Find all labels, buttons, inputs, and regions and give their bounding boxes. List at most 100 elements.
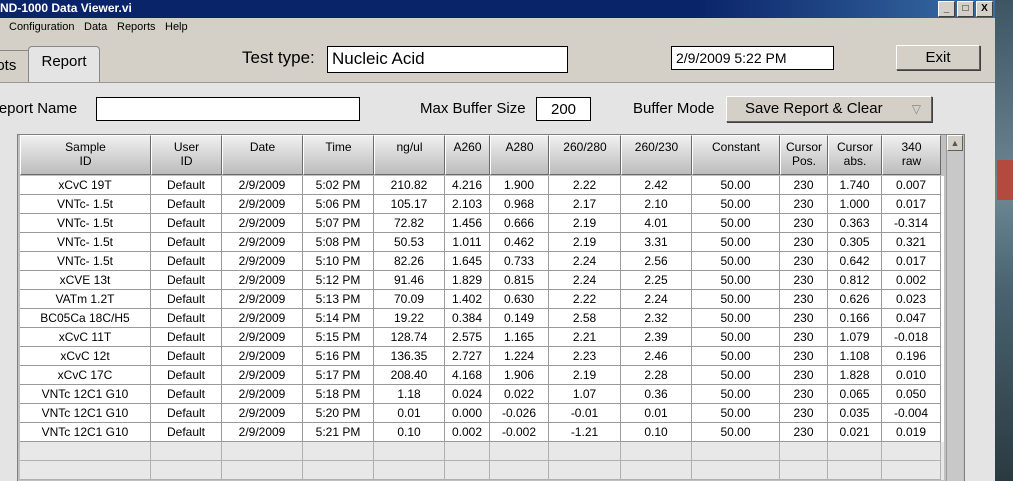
cell-ratio-260-280[interactable]: -0.01 [549, 404, 621, 423]
cell-a260[interactable]: 1.829 [445, 271, 490, 290]
cell-a280[interactable]: -0.026 [490, 404, 549, 423]
cell-time[interactable]: 5:12 PM [303, 271, 374, 290]
cell-a280[interactable]: 0.630 [490, 290, 549, 309]
cell-ng-ul[interactable]: 208.40 [374, 366, 445, 385]
empty-cell[interactable] [490, 461, 549, 480]
cell-user-id[interactable]: Default [151, 328, 222, 347]
cell-a260[interactable]: 0.024 [445, 385, 490, 404]
cell-ratio-260-230[interactable]: 2.10 [621, 195, 692, 214]
cell-ng-ul[interactable]: 70.09 [374, 290, 445, 309]
cell-cursor-abs[interactable]: 0.166 [828, 309, 882, 328]
cell-ng-ul[interactable]: 128.74 [374, 328, 445, 347]
column-header-date[interactable]: Date [222, 135, 303, 175]
cell-cursor-abs[interactable]: 0.305 [828, 233, 882, 252]
max-buffer-input[interactable]: 200 [536, 97, 591, 121]
cell-constant[interactable]: 50.00 [692, 423, 780, 442]
empty-cell[interactable] [780, 442, 828, 461]
tab-report[interactable]: Report [28, 46, 100, 83]
cell-cursor-abs[interactable]: 0.065 [828, 385, 882, 404]
cell-cursor-pos[interactable]: 230 [780, 347, 828, 366]
cell-a280[interactable]: 1.900 [490, 176, 549, 195]
cell-a260[interactable]: 1.456 [445, 214, 490, 233]
cell-ratio-260-230[interactable]: 0.01 [621, 404, 692, 423]
empty-table-row[interactable] [20, 461, 944, 480]
empty-cell[interactable] [374, 461, 445, 480]
column-header-constant[interactable]: Constant [692, 135, 780, 175]
column-header-ng-ul[interactable]: ng/ul [374, 135, 445, 175]
cell-sample-id[interactable]: VNTc- 1.5t [20, 252, 151, 271]
cell-time[interactable]: 5:06 PM [303, 195, 374, 214]
empty-cell[interactable] [882, 461, 941, 480]
cell-ratio-260-230[interactable]: 2.24 [621, 290, 692, 309]
cell-a280[interactable]: 1.165 [490, 328, 549, 347]
cell-constant[interactable]: 50.00 [692, 271, 780, 290]
cell-cursor-abs[interactable]: 1.079 [828, 328, 882, 347]
cell-ratio-260-280[interactable]: 2.19 [549, 214, 621, 233]
cell-sample-id[interactable]: VNTc- 1.5t [20, 233, 151, 252]
empty-cell[interactable] [621, 442, 692, 461]
cell-date[interactable]: 2/9/2009 [222, 233, 303, 252]
cell-date[interactable]: 2/9/2009 [222, 423, 303, 442]
cell-a260[interactable]: 4.168 [445, 366, 490, 385]
empty-cell[interactable] [549, 461, 621, 480]
cell-a280[interactable]: 0.022 [490, 385, 549, 404]
cell-a260[interactable]: 4.216 [445, 176, 490, 195]
table-row[interactable]: xCvC 17C Default 2/9/2009 5:17 PM 208.40 4.16… [20, 366, 944, 385]
empty-cell[interactable] [621, 461, 692, 480]
menu-configuration[interactable]: Configuration [9, 21, 74, 33]
cell-constant[interactable]: 50.00 [692, 385, 780, 404]
exit-button[interactable]: Exit [896, 45, 980, 70]
cell-raw-340[interactable]: 0.017 [882, 195, 941, 214]
cell-ratio-260-230[interactable]: 2.32 [621, 309, 692, 328]
cell-user-id[interactable]: Default [151, 233, 222, 252]
empty-cell[interactable] [692, 442, 780, 461]
cell-cursor-pos[interactable]: 230 [780, 385, 828, 404]
cell-user-id[interactable]: Default [151, 214, 222, 233]
buffer-mode-select[interactable]: Save Report & Clear ▽ [726, 96, 932, 122]
cell-date[interactable]: 2/9/2009 [222, 328, 303, 347]
cell-ng-ul[interactable]: 136.35 [374, 347, 445, 366]
cell-cursor-pos[interactable]: 230 [780, 233, 828, 252]
cell-cursor-pos[interactable]: 230 [780, 309, 828, 328]
cell-time[interactable]: 5:16 PM [303, 347, 374, 366]
cell-user-id[interactable]: Default [151, 347, 222, 366]
close-button[interactable]: X [976, 1, 993, 17]
cell-sample-id[interactable]: VNTc- 1.5t [20, 214, 151, 233]
cell-sample-id[interactable]: xCvC 17C [20, 366, 151, 385]
cell-cursor-pos[interactable]: 230 [780, 366, 828, 385]
column-header-cursor-abs[interactable]: Cursor abs. [828, 135, 882, 175]
column-header-user-id[interactable]: User ID [151, 135, 222, 175]
column-header-sample-id[interactable]: Sample ID [20, 135, 151, 175]
column-header-time[interactable]: Time [303, 135, 374, 175]
cell-ratio-260-280[interactable]: 2.22 [549, 176, 621, 195]
cell-sample-id[interactable]: xCvC 12t [20, 347, 151, 366]
cell-sample-id[interactable]: VNTc 12C1 G10 [20, 404, 151, 423]
cell-raw-340[interactable]: 0.023 [882, 290, 941, 309]
cell-raw-340[interactable]: -0.314 [882, 214, 941, 233]
cell-user-id[interactable]: Default [151, 252, 222, 271]
cell-cursor-pos[interactable]: 230 [780, 290, 828, 309]
cell-ratio-260-280[interactable]: 2.24 [549, 252, 621, 271]
cell-sample-id[interactable]: VNTc 12C1 G10 [20, 423, 151, 442]
cell-sample-id[interactable]: xCvC 11T [20, 328, 151, 347]
cell-date[interactable]: 2/9/2009 [222, 214, 303, 233]
cell-ratio-260-230[interactable]: 2.42 [621, 176, 692, 195]
cell-ratio-260-230[interactable]: 0.10 [621, 423, 692, 442]
column-header-cursor-pos[interactable]: Cursor Pos. [780, 135, 828, 175]
cell-a260[interactable]: 2.727 [445, 347, 490, 366]
cell-date[interactable]: 2/9/2009 [222, 290, 303, 309]
table-row[interactable]: xCVE 13t Default 2/9/2009 5:12 PM 91.46 1.829… [20, 271, 944, 290]
cell-ng-ul[interactable]: 0.01 [374, 404, 445, 423]
cell-ng-ul[interactable]: 210.82 [374, 176, 445, 195]
empty-cell[interactable] [151, 442, 222, 461]
cell-date[interactable]: 2/9/2009 [222, 176, 303, 195]
cell-sample-id[interactable]: VNTc- 1.5t [20, 195, 151, 214]
cell-cursor-pos[interactable]: 230 [780, 252, 828, 271]
empty-cell[interactable] [692, 461, 780, 480]
cell-time[interactable]: 5:17 PM [303, 366, 374, 385]
cell-user-id[interactable]: Default [151, 404, 222, 423]
table-row[interactable]: xCvC 19T Default 2/9/2009 5:02 PM 210.82 4.21… [20, 176, 944, 195]
cell-raw-340[interactable]: 0.019 [882, 423, 941, 442]
empty-cell[interactable] [828, 461, 882, 480]
cell-cursor-abs[interactable]: 1.000 [828, 195, 882, 214]
